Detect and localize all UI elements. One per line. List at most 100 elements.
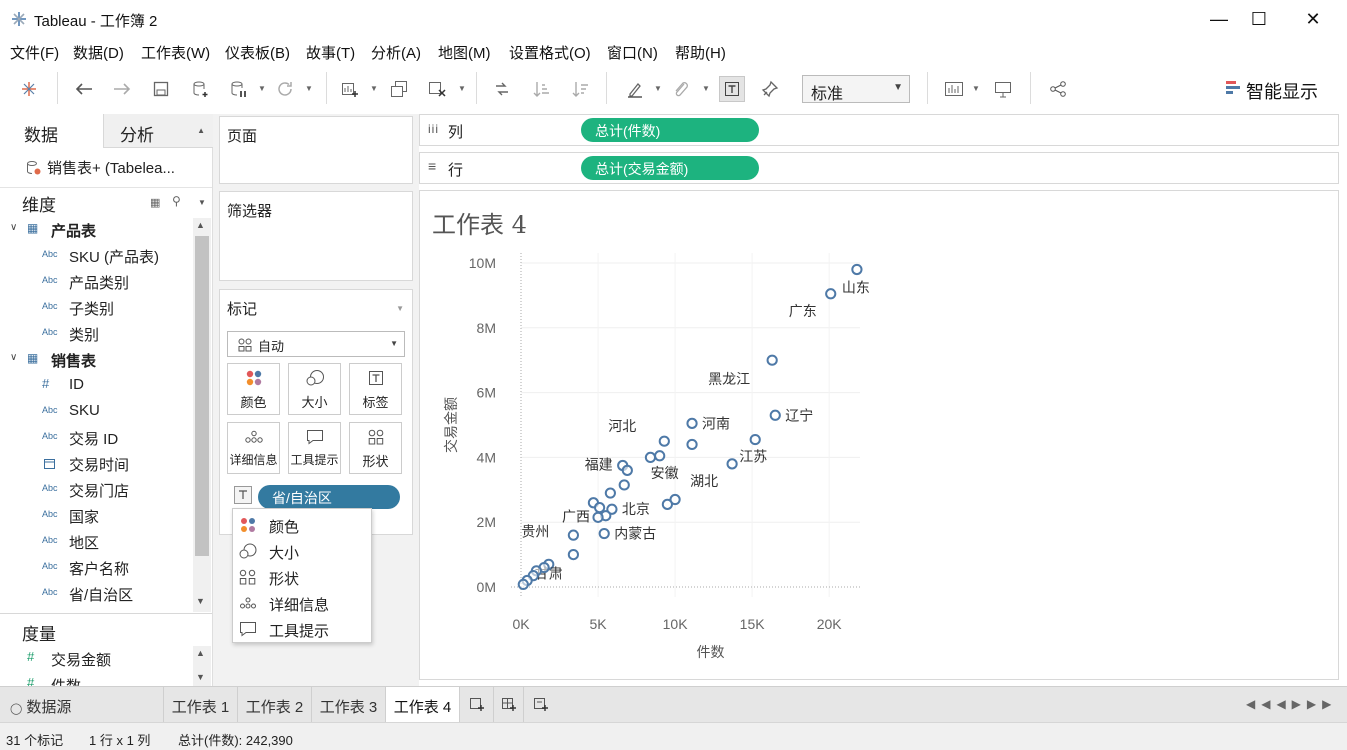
table-group-product[interactable]: ∨ ▦ 产品表 — [0, 217, 196, 243]
forward-arrow-icon[interactable] — [109, 76, 135, 102]
scatter-point[interactable] — [686, 438, 698, 451]
tab-sheet-3[interactable]: 工作表 3 — [312, 687, 386, 723]
tooltip-button[interactable]: 工具提示 — [288, 422, 341, 474]
new-dashboard-icon[interactable] — [494, 687, 524, 723]
field-category[interactable]: Abc 类别 — [0, 321, 196, 347]
scatter-point[interactable] — [644, 451, 657, 463]
scrollbar-thumb[interactable] — [195, 236, 209, 556]
search-icon[interactable]: ⚲ — [172, 194, 181, 208]
scatter-point[interactable] — [749, 433, 761, 446]
field-count[interactable]: # 件数 — [0, 672, 196, 686]
scatter-point[interactable] — [658, 435, 670, 447]
pages-card[interactable]: 页面 — [219, 116, 413, 184]
scatter-point[interactable] — [604, 487, 616, 499]
field-id[interactable]: # ID — [0, 373, 196, 399]
mark-type-dropdown[interactable]: 自动 ▼ — [227, 331, 405, 357]
size-button[interactable]: 大小 — [288, 363, 341, 415]
scatter-point[interactable] — [825, 288, 837, 300]
label-button[interactable]: 标签 — [349, 363, 402, 415]
datasource-item[interactable]: 销售表+ (Tabelea... — [0, 148, 212, 188]
scatter-point[interactable] — [686, 417, 698, 429]
close-button[interactable]: ✕ — [1290, 6, 1336, 32]
scroll-up-icon[interactable]: ▲ — [196, 648, 205, 658]
menu-data[interactable]: 数据(D) — [73, 42, 124, 63]
scroll-up-icon[interactable]: ▲ — [196, 220, 205, 230]
duplicate-sheet-icon[interactable] — [386, 76, 412, 102]
color-button[interactable]: 颜色 — [227, 363, 280, 415]
scatter-point[interactable] — [851, 263, 863, 276]
field-subcategory[interactable]: Abc 子类别 — [0, 295, 196, 321]
tab-analytics[interactable]: 分析 ▲ — [103, 114, 213, 148]
field-country[interactable]: Abc 国家 — [0, 503, 196, 529]
menu-analysis[interactable]: 分析(A) — [371, 42, 421, 63]
scatter-point[interactable] — [621, 464, 633, 476]
label-encoding-icon[interactable] — [234, 486, 252, 504]
menu-story[interactable]: 故事(T) — [306, 42, 355, 63]
field-product-category[interactable]: Abc 产品类别 — [0, 269, 196, 295]
menu-item-color[interactable]: 颜色 — [233, 512, 371, 538]
share-icon[interactable] — [1045, 76, 1071, 102]
field-transaction-time[interactable]: 交易时间 — [0, 451, 196, 477]
menu-help[interactable]: 帮助(H) — [675, 42, 726, 63]
scatter-point[interactable] — [593, 502, 606, 514]
scatter-chart[interactable]: 0M 2M 4M 6M 8M 10M 0K 5K 10K 15K 20K 件数 交易金额 山东广东黑龙江辽… — [420, 191, 1338, 679]
sort-descending-icon[interactable] — [567, 76, 593, 102]
fix-axes-icon[interactable] — [757, 76, 783, 102]
menu-worksheet[interactable]: 工作表(W) — [141, 42, 210, 63]
presentation-mode-icon[interactable] — [990, 76, 1016, 102]
columns-shelf[interactable]: iii 列 总计(件数) — [419, 114, 1339, 146]
rows-shelf[interactable]: ≡ 行 总计(交易金额) — [419, 152, 1339, 184]
field-amount[interactable]: # 交易金额 — [0, 646, 196, 672]
scroll-down-icon[interactable]: ▼ — [196, 672, 205, 682]
field-region[interactable]: Abc 地区 — [0, 529, 196, 555]
table-group-sales[interactable]: ∨ ▦ 销售表 — [0, 347, 196, 373]
field-store[interactable]: Abc 交易门店 — [0, 477, 196, 503]
show-me-button[interactable]: 智能显示 — [1226, 78, 1318, 104]
scatter-point[interactable] — [598, 527, 610, 540]
scatter-point[interactable] — [592, 511, 604, 523]
clear-sheet-icon[interactable] — [424, 76, 450, 102]
menu-file[interactable]: 文件(F) — [10, 42, 59, 63]
list-view-icon[interactable]: ▦ — [150, 196, 160, 209]
tab-datasource[interactable]: ◯ 数据源 — [0, 687, 164, 723]
scatter-point[interactable] — [654, 450, 666, 462]
field-customer[interactable]: Abc 客户名称 — [0, 555, 196, 581]
field-province[interactable]: Abc 省/自治区 — [0, 581, 196, 607]
measures-scrollbar[interactable]: ▲ ▼ — [193, 646, 211, 686]
tab-data[interactable]: 数据 — [0, 114, 103, 148]
show-cards-icon[interactable] — [941, 76, 967, 102]
shape-button[interactable]: 形状 — [349, 422, 402, 474]
marks-menu-icon[interactable]: ▼ — [396, 304, 404, 313]
save-icon[interactable] — [148, 76, 174, 102]
scatter-point[interactable] — [618, 479, 630, 491]
sort-ascending-icon[interactable] — [528, 76, 554, 102]
menu-item-tooltip[interactable]: 工具提示 — [233, 616, 371, 642]
dimensions-menu-icon[interactable]: ▼ — [198, 198, 206, 207]
field-transaction-id[interactable]: Abc 交易 ID — [0, 425, 196, 451]
province-marks-pill[interactable]: 省/自治区 — [258, 485, 400, 509]
menu-map[interactable]: 地图(M) — [438, 42, 491, 63]
menu-item-detail[interactable]: 详细信息 — [233, 590, 371, 616]
maximize-button[interactable]: ☐ — [1236, 6, 1282, 32]
tab-sheet-2[interactable]: 工作表 2 — [238, 687, 312, 723]
refresh-icon[interactable] — [272, 76, 298, 102]
new-sheet-icon[interactable] — [460, 687, 494, 723]
rows-pill[interactable]: 总计(交易金额) — [581, 156, 759, 180]
menu-window[interactable]: 窗口(N) — [607, 42, 658, 63]
filters-card[interactable]: 筛选器 — [219, 191, 413, 281]
menu-item-size[interactable]: 大小 — [233, 538, 371, 564]
new-story-icon[interactable] — [524, 687, 558, 723]
swap-rows-columns-icon[interactable] — [489, 76, 515, 102]
tab-navigation[interactable]: ◀◀◀▶▶▶ — [1246, 697, 1337, 711]
scatter-point[interactable] — [661, 498, 673, 510]
highlight-icon[interactable] — [622, 76, 648, 102]
columns-pill[interactable]: 总计(件数) — [581, 118, 759, 142]
tableau-home-icon[interactable] — [16, 76, 42, 102]
group-members-icon[interactable] — [668, 76, 694, 102]
scatter-point[interactable] — [567, 549, 579, 561]
scatter-point[interactable] — [766, 354, 778, 366]
show-mark-labels-icon[interactable] — [719, 76, 745, 102]
back-arrow-icon[interactable] — [71, 76, 97, 102]
scatter-point[interactable] — [769, 409, 781, 421]
menu-dashboard[interactable]: 仪表板(B) — [225, 42, 290, 63]
